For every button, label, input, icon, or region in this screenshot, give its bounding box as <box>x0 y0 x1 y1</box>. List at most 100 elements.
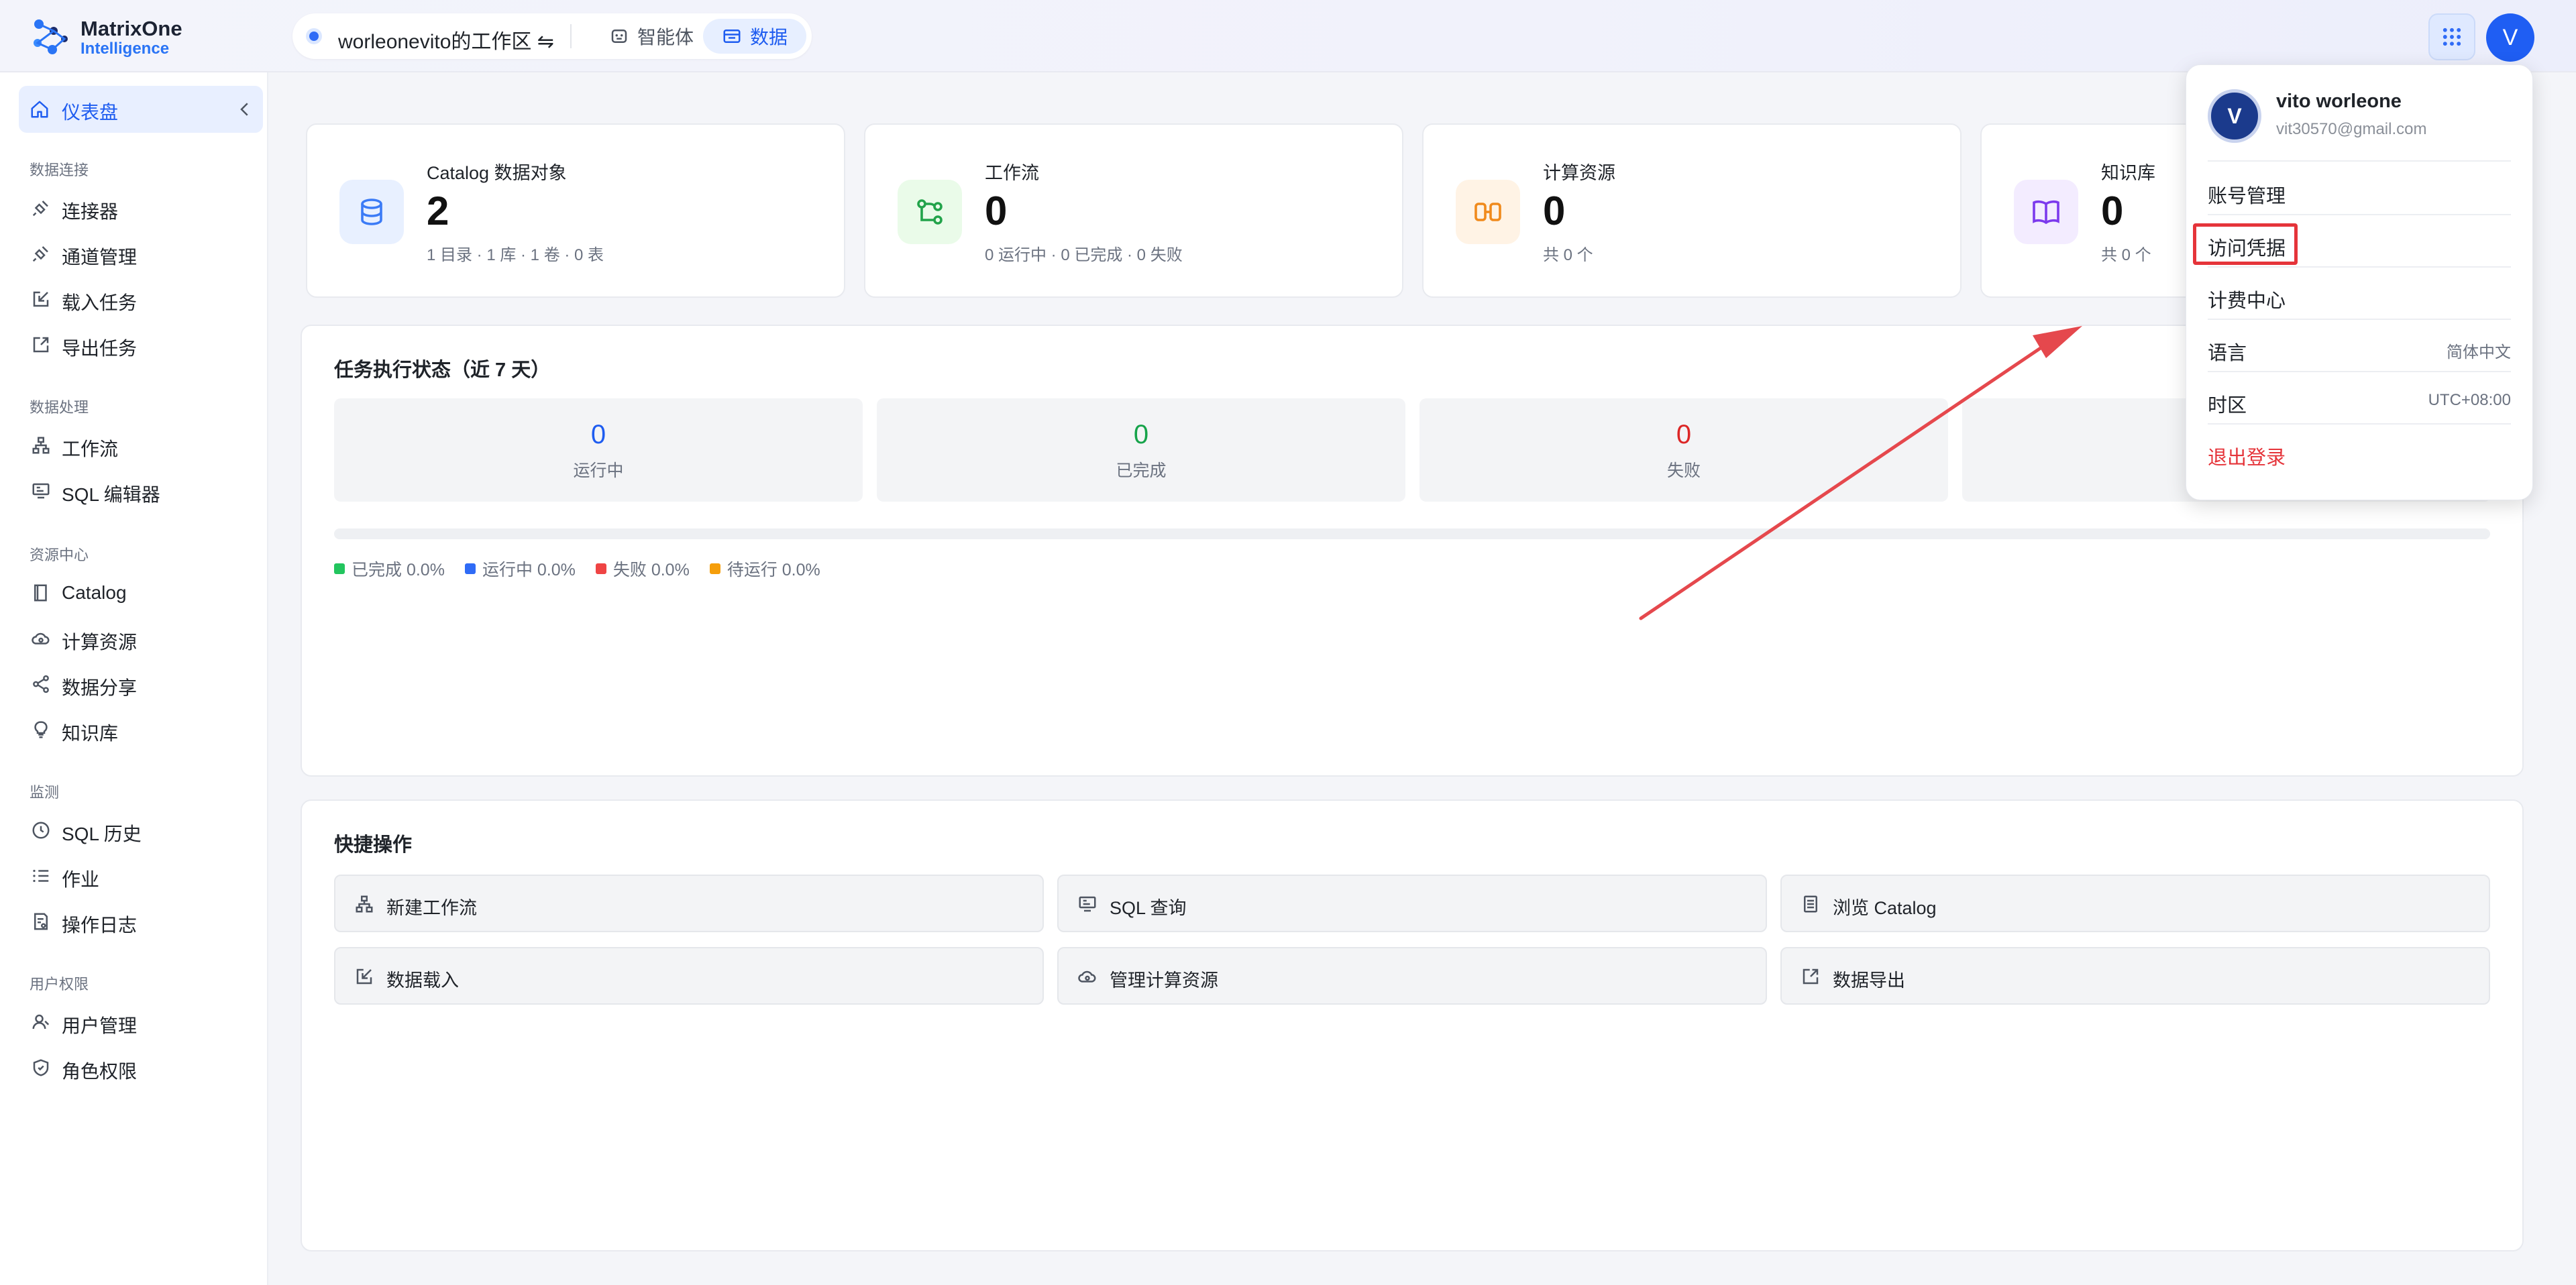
sidebar-item-knowledge[interactable]: 知识库 <box>19 710 263 750</box>
plug-icon <box>32 201 48 217</box>
sidebar-item-label: 仪表盘 <box>62 102 119 123</box>
quick-action-label: 浏览 Catalog <box>1833 898 1937 918</box>
stat-value: 2 <box>427 188 449 233</box>
menu-item-language[interactable]: 语言 简体中文 <box>2208 328 2511 368</box>
stat-card-workflow[interactable]: 工作流 0 0 运行中 · 0 已完成 · 0 失败 <box>864 123 1403 298</box>
sidebar-item-dashboard[interactable]: 仪表盘 <box>19 86 263 133</box>
sidebar-item-compute[interactable]: 计算资源 <box>19 618 263 659</box>
database-icon <box>339 180 404 244</box>
sidebar-item-roles[interactable]: 角色权限 <box>19 1048 263 1088</box>
sidebar: 仪表盘 数据连接 连接器 通道管理 载入任务 导出任务 数据处理 工作流 SQL… <box>0 72 268 1285</box>
book-icon <box>34 584 47 602</box>
sidebar-item-label: 知识库 <box>62 723 119 744</box>
sidebar-item-label: 作业 <box>62 869 100 890</box>
sidebar-item-export-tasks[interactable]: 导出任务 <box>19 325 263 365</box>
stat-value: 0 <box>985 188 1008 233</box>
sidebar-item-catalog[interactable]: Catalog <box>19 573 263 613</box>
sidebar-item-sql-editor[interactable]: SQL 编辑器 <box>19 471 263 511</box>
menu-item-account[interactable]: 账号管理 <box>2208 171 2511 211</box>
open-book-icon <box>2014 180 2078 244</box>
status-box-completed: 0 已完成 <box>877 398 1405 502</box>
sidebar-item-connectors[interactable]: 连接器 <box>19 188 263 228</box>
quick-actions-card <box>301 799 2524 1251</box>
stat-subtitle: 1 目录 · 1 库 · 1 卷 · 0 表 <box>427 246 604 264</box>
logout-button[interactable]: 退出登录 <box>2208 433 2511 473</box>
workspace-name[interactable]: worleonevito的工作区 ⇋ <box>338 25 554 54</box>
divider <box>2208 371 2511 372</box>
logout-label: 退出登录 <box>2208 447 2286 469</box>
stat-card-catalog[interactable]: Catalog 数据对象 2 1 目录 · 1 库 · 1 卷 · 0 表 <box>306 123 845 298</box>
manage-compute-button[interactable]: 管理计算资源 <box>1057 947 1767 1005</box>
sidebar-item-users[interactable]: 用户管理 <box>19 1002 263 1042</box>
sql-query-button[interactable]: SQL 查询 <box>1057 875 1767 932</box>
language-value: 简体中文 <box>2447 343 2511 361</box>
sidebar-item-load-tasks[interactable]: 载入任务 <box>19 279 263 319</box>
sidebar-item-label: 工作流 <box>62 439 119 459</box>
cloud-icon <box>1078 970 1096 983</box>
menu-item-label: 时区 <box>2208 395 2247 416</box>
stat-title: 计算资源 <box>1543 163 1615 183</box>
export-icon <box>33 337 49 353</box>
legend-swatch <box>464 563 476 574</box>
section-label-resource-center: 资源中心 <box>30 547 89 563</box>
browse-catalog-button[interactable]: 浏览 Catalog <box>1780 875 2490 932</box>
sidebar-item-channels[interactable]: 通道管理 <box>19 233 263 274</box>
legend-item-failed: 失败 0.0% <box>595 557 690 581</box>
user-icon <box>32 1014 50 1029</box>
home-icon <box>31 101 48 118</box>
tab-agent[interactable]: 智能体 <box>596 19 707 54</box>
status-legend: 已完成 0.0% 运行中 0.0% 失败 0.0% 待运行 0.0% <box>334 557 841 581</box>
plug-icon <box>32 246 48 262</box>
stat-subtitle: 0 运行中 · 0 已完成 · 0 失败 <box>985 246 1183 264</box>
sidebar-item-label: 角色权限 <box>62 1061 138 1082</box>
stat-card-compute[interactable]: 计算资源 0 共 0 个 <box>1422 123 1962 298</box>
data-export-button[interactable]: 数据导出 <box>1780 947 2490 1005</box>
legend-swatch <box>595 563 606 574</box>
apps-grid-button[interactable] <box>2428 13 2475 60</box>
user-name: vito worleone <box>2276 91 2402 112</box>
stat-value: 0 <box>2101 188 2124 233</box>
user-menu-dropdown: V vito worleone vit30570@gmail.com 账号管理 … <box>2186 64 2533 500</box>
status-value: 0 <box>590 420 606 449</box>
workflow-icon <box>356 895 373 913</box>
chevron-left-icon[interactable] <box>235 99 255 119</box>
sidebar-item-label: 用户管理 <box>62 1015 138 1036</box>
menu-item-billing[interactable]: 计费中心 <box>2208 276 2511 316</box>
highlight-box <box>2193 223 2298 265</box>
sidebar-item-sql-history[interactable]: SQL 历史 <box>19 810 263 850</box>
list-icon <box>33 869 49 883</box>
workflow-branch-icon <box>898 180 962 244</box>
quick-action-label: 数据载入 <box>386 970 459 991</box>
sidebar-item-data-share[interactable]: 数据分享 <box>19 664 263 704</box>
brand-subtitle: Intelligence <box>80 40 170 58</box>
status-label: 已完成 <box>1116 461 1167 480</box>
user-avatar-button[interactable]: V <box>2486 13 2534 62</box>
clock-icon <box>32 822 50 839</box>
tab-data[interactable]: 数据 <box>703 19 807 54</box>
legend-item-completed: 已完成 0.0% <box>334 557 445 581</box>
menu-item-label: 语言 <box>2208 343 2247 364</box>
sidebar-item-label: 操作日志 <box>62 915 138 936</box>
stat-value: 0 <box>1543 188 1566 233</box>
top-bar: MatrixOne Intelligence worleonevito的工作区 … <box>0 0 2576 72</box>
quick-action-label: SQL 查询 <box>1110 898 1187 918</box>
legend-item-pending: 待运行 0.0% <box>709 557 820 581</box>
legend-label: 待运行 0.0% <box>727 561 820 579</box>
menu-item-timezone[interactable]: 时区 UTC+08:00 <box>2208 380 2511 421</box>
table-icon <box>723 30 741 43</box>
sidebar-item-jobs[interactable]: 作业 <box>19 856 263 896</box>
status-value: 0 <box>1133 420 1149 449</box>
shield-icon <box>33 1059 49 1076</box>
share-icon <box>33 675 49 693</box>
lightbulb-icon <box>34 721 48 738</box>
sidebar-item-workflow[interactable]: 工作流 <box>19 425 263 465</box>
workspace-status-icon <box>306 28 322 44</box>
workspace-switcher: worleonevito的工作区 ⇋ 智能体 数据 <box>292 13 812 59</box>
new-workflow-button[interactable]: 新建工作流 <box>334 875 1044 932</box>
data-load-button[interactable]: 数据载入 <box>334 947 1044 1005</box>
brand-logo[interactable]: MatrixOne Intelligence <box>30 16 182 59</box>
status-label: 运行中 <box>573 461 624 480</box>
sidebar-item-audit-log[interactable]: 操作日志 <box>19 901 263 942</box>
divider <box>2208 266 2511 268</box>
log-icon <box>34 913 48 930</box>
